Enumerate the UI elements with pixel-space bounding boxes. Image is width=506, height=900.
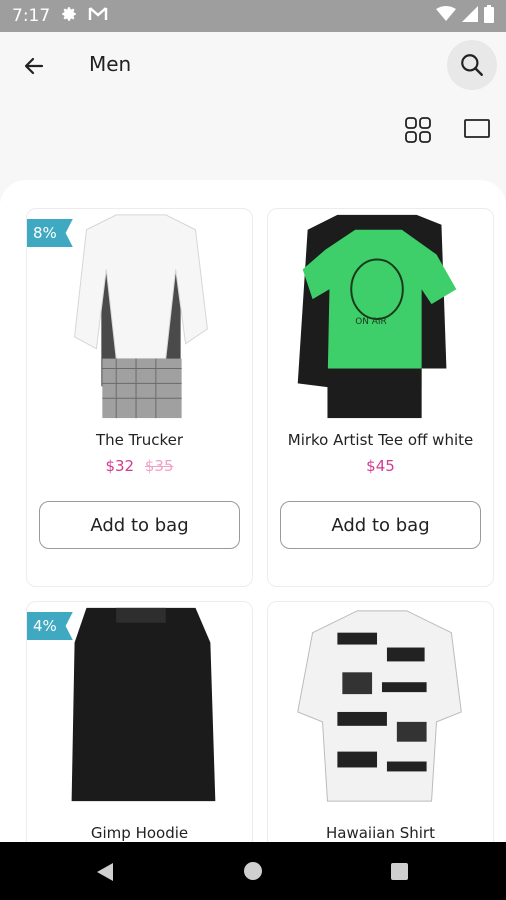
grid-view-button[interactable] [404, 116, 432, 144]
product-prices: $45 [268, 457, 493, 475]
page-title: Men [89, 52, 132, 76]
product-name: The Trucker [95, 431, 184, 449]
status-bar: 7:17 [0, 0, 506, 32]
nav-back-button[interactable] [96, 862, 114, 886]
product-prices: $32 $35 [27, 457, 252, 475]
search-button[interactable] [447, 40, 497, 90]
arrow-left-icon [24, 57, 44, 75]
product-card[interactable]: 8% The Trucker $32 $35 Add to bag [26, 208, 253, 587]
back-button[interactable] [18, 50, 50, 82]
add-to-bag-button[interactable]: Add to bag [39, 501, 240, 549]
wifi-icon [436, 5, 456, 27]
grid-view-icon [405, 117, 431, 143]
svg-text:ON AIR: ON AIR [355, 317, 386, 327]
product-card[interactable]: ON AIR Mirko Artist Tee off white $45 Ad… [267, 208, 494, 587]
add-to-bag-button[interactable]: Add to bag [280, 501, 481, 549]
triangle-back-icon [97, 863, 113, 881]
app-header: Men [0, 32, 506, 98]
current-price: $32 [105, 457, 135, 475]
product-image: ON AIR [297, 214, 457, 419]
current-price: $45 [366, 457, 395, 475]
search-icon [461, 54, 483, 76]
product-card[interactable]: 4% Gimp Hoodie [26, 601, 253, 842]
signal-icon [462, 5, 478, 27]
gmail-icon [88, 6, 108, 27]
nav-recents-button[interactable] [391, 863, 408, 880]
status-time: 7:17 [12, 6, 51, 26]
nav-home-button[interactable] [244, 862, 262, 880]
original-price: $35 [144, 457, 174, 475]
product-grid: 8% The Trucker $32 $35 Add to bag ON AIR… [0, 180, 506, 842]
product-name: Mirko Artist Tee off white [287, 431, 474, 449]
list-view-icon [464, 119, 490, 138]
product-card[interactable]: Hawaiian Shirt [267, 601, 494, 842]
list-view-button[interactable] [463, 118, 491, 142]
system-nav-bar [0, 842, 506, 900]
product-image [297, 610, 462, 802]
view-toggle-bar [0, 114, 506, 144]
gear-icon [60, 5, 78, 28]
product-name: Hawaiian Shirt [326, 824, 435, 842]
product-name: Gimp Hoodie [90, 824, 189, 842]
battery-icon [484, 4, 494, 28]
